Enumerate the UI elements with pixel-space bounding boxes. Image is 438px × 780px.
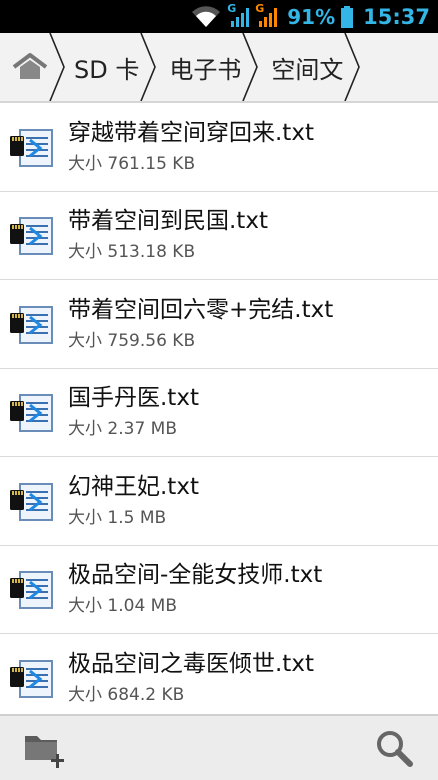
signal-strength-icon-2: G (255, 1, 279, 29)
file-name: 极品空间之毒医倾世.txt (68, 650, 314, 677)
home-icon (12, 53, 48, 79)
new-folder-icon (25, 736, 64, 768)
file-name: 幻神王妃.txt (68, 473, 199, 500)
file-size: 大小 684.2 KB (68, 684, 185, 705)
signal-type-label: G (227, 1, 237, 15)
file-list-item[interactable]: 带着空间回六零+完结.txt 大小 759.56 KB (0, 280, 438, 369)
breadcrumb-item-space[interactable]: 空间文 (257, 33, 361, 101)
bottom-toolbar (0, 714, 438, 780)
file-size: 大小 1.04 MB (68, 596, 177, 617)
file-name: 国手丹医.txt (68, 385, 199, 412)
text-file-icon (10, 305, 53, 344)
search-button[interactable] (372, 726, 416, 770)
text-file-icon (10, 482, 53, 521)
file-list: 穿越带着空间穿回来.txt 大小 761.15 KB 带着空间到民国.txt 大… (0, 103, 438, 723)
file-list-item[interactable]: 极品空间之毒医倾世.txt 大小 684.2 KB (0, 634, 438, 723)
file-name: 极品空间-全能女技师.txt (68, 562, 323, 589)
text-file-icon (10, 659, 53, 698)
file-list-item[interactable]: 极品空间-全能女技师.txt 大小 1.04 MB (0, 546, 438, 634)
text-file-icon (10, 128, 53, 167)
file-name: 带着空间到民国.txt (68, 208, 268, 235)
status-bar: G G 91% 15:37 (0, 0, 438, 33)
text-file-icon (10, 217, 53, 256)
breadcrumb-label: 空间文 (271, 55, 344, 84)
new-folder-button[interactable] (22, 726, 66, 770)
file-size: 大小 2.37 MB (68, 419, 177, 440)
file-list-item[interactable]: 带着空间到民国.txt 大小 513.18 KB (0, 192, 438, 280)
file-list-item[interactable]: 穿越带着空间穿回来.txt 大小 761.15 KB (0, 103, 438, 192)
signal-strength-icon: G (227, 1, 251, 29)
file-list-item[interactable]: 国手丹医.txt 大小 2.37 MB (0, 369, 438, 457)
wifi-icon (192, 5, 221, 27)
text-file-icon (10, 571, 53, 610)
file-size: 大小 759.56 KB (68, 330, 196, 351)
breadcrumb-item-sd-card[interactable]: SD 卡 (60, 33, 157, 101)
file-name: 带着空间回六零+完结.txt (68, 296, 334, 323)
battery-icon (341, 5, 354, 28)
file-size: 大小 1.5 MB (68, 507, 167, 528)
breadcrumb-separator-icon (344, 33, 361, 101)
breadcrumb-item-ebook[interactable]: 电子书 (155, 33, 259, 101)
clock: 15:37 (363, 4, 430, 29)
file-size: 大小 761.15 KB (68, 153, 196, 174)
text-file-icon (10, 394, 53, 433)
file-size: 大小 513.18 KB (68, 242, 196, 263)
breadcrumb-home[interactable] (0, 33, 65, 101)
search-icon (377, 731, 413, 767)
file-name: 穿越带着空间穿回来.txt (68, 119, 314, 146)
signal-type-label-2: G (255, 1, 265, 15)
breadcrumb-label: 电子书 (169, 55, 242, 84)
file-list-item[interactable]: 幻神王妃.txt 大小 1.5 MB (0, 457, 438, 546)
battery-percent: 91% (287, 4, 336, 29)
breadcrumb-label: SD 卡 (74, 55, 140, 84)
breadcrumb: SD 卡 电子书 空间文 (0, 33, 438, 103)
